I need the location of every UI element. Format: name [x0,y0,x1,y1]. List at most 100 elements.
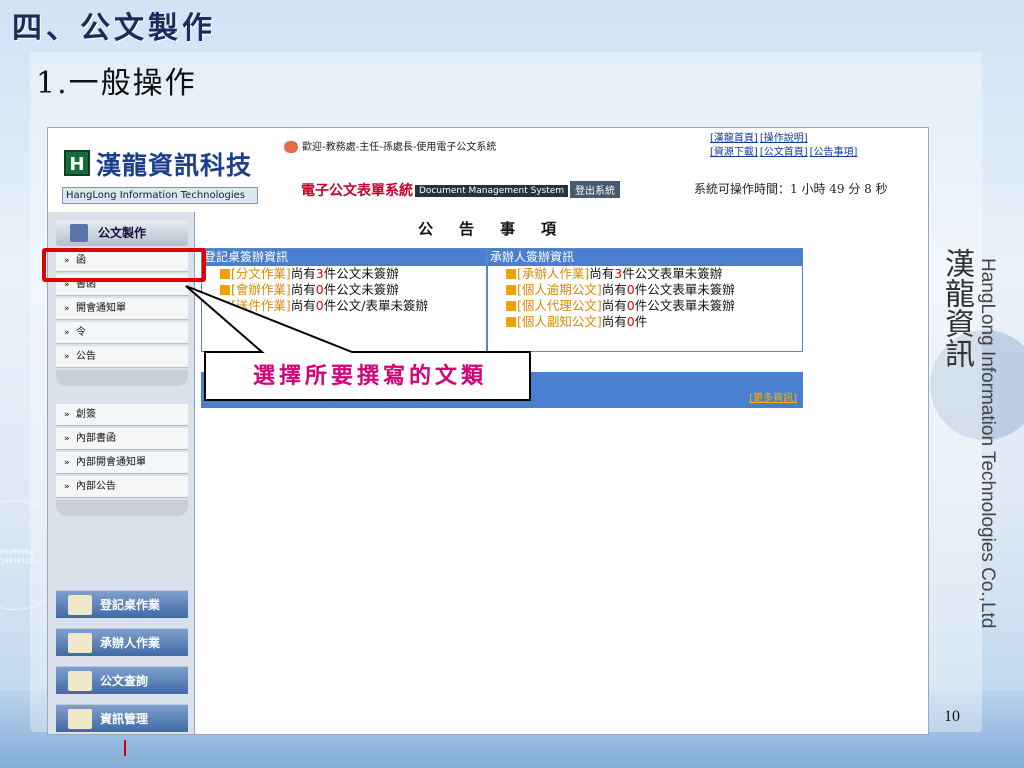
sidebar-header[interactable]: 公文製作 [56,220,188,246]
row-text: 件公文表單未簽辦 [634,298,735,313]
sidebar-item-order[interactable]: » 令 [56,322,188,344]
square-bullet-icon [220,269,230,279]
sidebar-button-label: 資訊管理 [100,712,149,726]
welcome-message: 歡迎-教務處-主任-孫處長-使用電子公文系統 [284,138,496,153]
row-count: 0 [626,282,635,297]
panel-link[interactable]: [會辦作業] [231,282,291,297]
content-area: 公告事項 登記桌簽辦資訊 [分文作業]尚有3件公文未簽辦 [會辦作業]尚有0件公… [194,212,928,734]
panel-link[interactable]: [承辦人作業] [517,266,589,281]
logout-button[interactable]: 登出系統 [570,181,620,198]
sidebar-separator [56,500,188,516]
system-title: 電子公文表單系統 Document Management System [301,180,569,200]
brand-english: HangLong Information Technologies Co.,Lt… [977,258,998,629]
panel-link[interactable]: [分文作業] [231,266,291,281]
row-text: 件公文/表單未簽辦 [323,298,428,313]
sidebar-item-internal-letter[interactable]: » 內部書函 [56,428,188,450]
sidebar-item-label: 令 [76,327,86,338]
panel-row: [個人逾期公文]尚有0件公文表單未簽辦 [488,282,802,298]
square-bullet-icon [506,269,516,279]
row-text: 尚有 [601,314,627,329]
system-title-en: Document Management System [415,185,569,197]
sidebar-item-internal-meeting[interactable]: » 內部開會通知單 [56,452,188,474]
chevron-right-icon: » [64,352,70,362]
square-bullet-icon [220,301,230,311]
document-icon [70,224,88,242]
logo-english: HangLong Information Technologies [62,187,258,204]
chevron-right-icon: » [64,410,70,420]
sidebar-button-label: 公文查詢 [100,674,149,688]
row-count: 0 [315,298,324,313]
square-bullet-icon [220,285,230,295]
brand-chinese: 漢龍資訊 [936,248,976,377]
callout-text: 選擇所要撰寫的文類 [252,363,487,389]
brand-chinese-text: 漢龍資訊 [939,248,974,368]
handler-panel: 承辦人簽辦資訊 [承辦人作業]尚有3件公文表單未簽辦 [個人逾期公文]尚有0件公… [487,248,803,352]
link-hanlong-home[interactable]: [漢龍首頁] [710,133,758,144]
row-count: 0 [315,282,324,297]
panel-row: [承辦人作業]尚有3件公文表單未簽辦 [488,266,802,282]
app-header: H 漢龍資訊科技 HangLong Information Technologi… [48,128,928,212]
slide-subheading: 1.一般操作 [36,66,197,101]
sidebar-button-label: 登記桌作業 [100,598,161,612]
row-count: 0 [626,298,635,313]
users-icon [284,141,298,153]
highlight-box [42,248,206,282]
sidebar-item-meeting-notice[interactable]: » 開會通知單 [56,298,188,320]
sidebar-button-info-management[interactable]: 資訊管理 [56,704,188,732]
app-screenshot: H 漢龍資訊科技 HangLong Information Technologi… [47,127,929,735]
row-text: 尚有 [290,266,316,281]
panel-link[interactable]: [個人代理公文] [517,298,602,313]
handler-icon [68,633,92,653]
panel-row: [送件作業]尚有0件公文/表單未簽辦 [202,298,486,314]
square-bullet-icon [506,317,516,327]
sidebar-button-label: 承辦人作業 [100,636,161,650]
more-info-link[interactable]: [更多資訊] [749,389,797,404]
sidebar-button-handler[interactable]: 承辦人作業 [56,628,188,656]
link-download[interactable]: [資源下載] [710,147,758,158]
row-text: 件公文表單未簽辦 [634,282,735,297]
slide-heading: 四、公文製作 [12,11,216,46]
panel-link[interactable]: [個人副知公文] [517,314,602,329]
panel-title: 承辦人簽辦資訊 [488,249,802,266]
chevron-right-icon: » [64,304,70,314]
top-links: [漢龍首頁] [操作說明] [資源下載] [公文首頁] [公告事項] [710,132,859,160]
sidebar-item-label: 開會通知單 [76,303,126,314]
row-count: 0 [626,314,635,329]
logo-name: 漢龍資訊科技 [96,151,253,180]
red-marker [124,740,126,756]
panel-title: 登記桌簽辦資訊 [202,249,486,266]
sidebar-item-announcement[interactable]: » 公告 [56,346,188,368]
sidebar-button-query[interactable]: 公文查詢 [56,666,188,694]
row-text: 尚有 [290,282,316,297]
row-text: 尚有 [601,298,627,313]
system-title-text: 電子公文表單系統 [301,183,413,199]
row-text: 件公文表單未簽辦 [622,266,723,281]
square-bullet-icon [506,301,516,311]
link-announcements[interactable]: [公告事項] [810,147,858,158]
sidebar-item-label: 創簽 [76,409,96,420]
panel-link[interactable]: [個人逾期公文] [517,282,602,297]
sidebar-button-registry[interactable]: 登記桌作業 [56,590,188,618]
square-bullet-icon [506,285,516,295]
row-text: 尚有 [601,282,627,297]
panel-row: [個人副知公文]尚有0件 [488,314,802,330]
welcome-text: 歡迎-教務處-主任-孫處長-使用電子公文系統 [302,142,497,153]
link-help[interactable]: [操作說明] [760,133,808,144]
chevron-right-icon: » [64,434,70,444]
sidebar-item-label: 內部開會通知單 [76,457,146,468]
sidebar: 公文製作 » 函 » 書函 » 開會通知單 » 令 » 公告 » 創簽 » 內部書函 » 內部開… [48,212,194,734]
panel-row: [分文作業]尚有3件公文未簽辦 [202,266,486,282]
panel-link[interactable]: [送件作業] [231,298,291,313]
row-text: 件公文未簽辦 [323,266,399,281]
sidebar-item-internal-announcement[interactable]: » 內部公告 [56,476,188,498]
operation-time: 系統可操作時間：1 小時 49 分 8 秒 [694,182,888,196]
chevron-right-icon: » [64,458,70,468]
sidebar-header-label: 公文製作 [98,226,147,240]
panel-row: [會辦作業]尚有0件公文未簽辦 [202,282,486,298]
registry-panel: 登記桌簽辦資訊 [分文作業]尚有3件公文未簽辦 [會辦作業]尚有0件公文未簽辦 … [201,248,487,352]
sidebar-item-label: 內部公告 [76,481,116,492]
sidebar-separator [56,370,188,386]
chevron-right-icon: » [64,328,70,338]
sidebar-item-create-memo[interactable]: » 創簽 [56,404,188,426]
link-doc-home[interactable]: [公文首頁] [760,147,808,158]
